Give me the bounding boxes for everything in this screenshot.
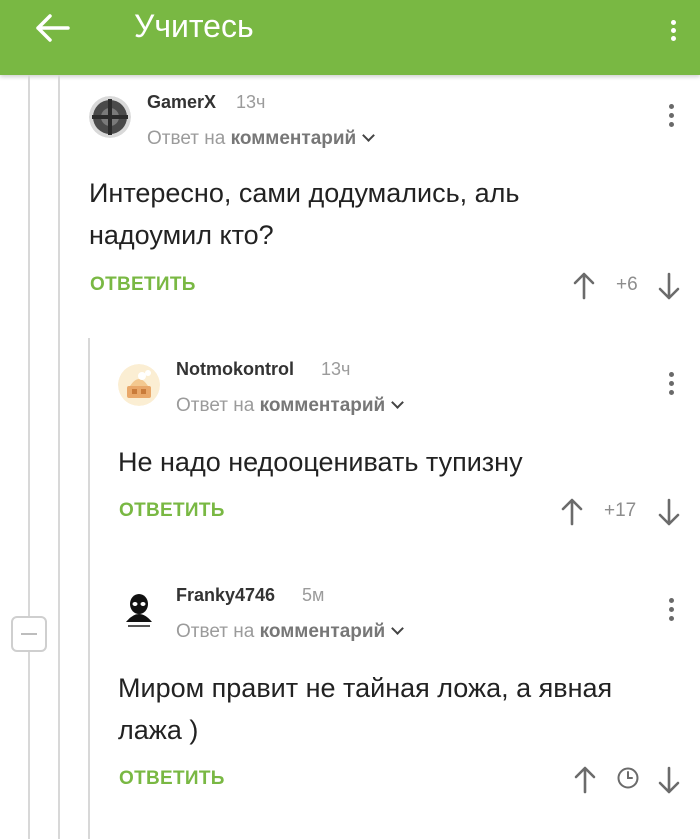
downvote-arrow-icon[interactable] <box>656 766 682 796</box>
reply-to-link[interactable]: Ответ на комментарий <box>176 621 405 643</box>
comment-author[interactable]: GamerX <box>147 92 216 113</box>
downvote-arrow-icon[interactable] <box>656 272 682 302</box>
comment-text: Не надо недооценивать тупизну <box>118 447 523 477</box>
comment-menu-icon[interactable] <box>666 372 676 398</box>
thread-line-level2 <box>88 338 90 839</box>
downvote-arrow-icon[interactable] <box>656 498 682 528</box>
arrow-left-icon[interactable] <box>32 10 72 46</box>
comment-author[interactable]: Franky4746 <box>176 585 275 606</box>
thread-line-level1 <box>58 75 60 839</box>
reply-to-prefix: Ответ на <box>176 621 255 642</box>
avatar[interactable] <box>118 364 160 406</box>
more-vertical-icon[interactable] <box>668 20 678 42</box>
reply-to-prefix: Ответ на <box>147 128 226 149</box>
comment-time: 13ч <box>321 359 351 379</box>
chevron-down-icon <box>391 396 405 409</box>
upvote-arrow-icon[interactable] <box>572 764 598 794</box>
upvote-arrow-icon[interactable] <box>559 496 585 526</box>
reply-to-target: комментарий <box>259 395 386 416</box>
comment-menu-icon[interactable] <box>666 104 676 130</box>
comment-text: Миром правит не тайная ложа, а явная лаж… <box>118 673 613 745</box>
avatar[interactable] <box>89 96 131 138</box>
comment-text: Интересно, сами додумались, аль надоумил… <box>89 178 520 250</box>
avatar[interactable] <box>118 590 160 632</box>
comment-time: 13ч <box>236 92 266 112</box>
reply-button[interactable]: ОТВЕТИТЬ <box>90 274 196 296</box>
page-title: Учитесь <box>134 8 254 44</box>
reply-to-target: комментарий <box>230 128 357 149</box>
comment-time: 5м <box>302 585 325 605</box>
reply-to-prefix: Ответ на <box>176 395 255 416</box>
reply-button[interactable]: ОТВЕТИТЬ <box>119 500 225 522</box>
comment-rating: +17 <box>604 500 637 521</box>
thread-line-outer-lower <box>28 652 30 839</box>
collapse-thread-button[interactable] <box>11 616 47 652</box>
reply-button[interactable]: ОТВЕТИТЬ <box>119 768 225 790</box>
comment-rating: +6 <box>616 274 638 295</box>
thread-line-outer <box>28 75 30 616</box>
upvote-arrow-icon[interactable] <box>571 270 597 300</box>
reply-to-link[interactable]: Ответ на комментарий <box>147 128 376 150</box>
chevron-down-icon <box>362 129 376 142</box>
reply-to-link[interactable]: Ответ на комментарий <box>176 395 405 417</box>
clock-icon <box>617 767 639 789</box>
reply-to-target: комментарий <box>259 621 386 642</box>
comment-author[interactable]: Notmokontrol <box>176 359 294 380</box>
comment-menu-icon[interactable] <box>666 598 676 624</box>
chevron-down-icon <box>391 622 405 635</box>
app-bar: Учитесь <box>0 0 700 75</box>
